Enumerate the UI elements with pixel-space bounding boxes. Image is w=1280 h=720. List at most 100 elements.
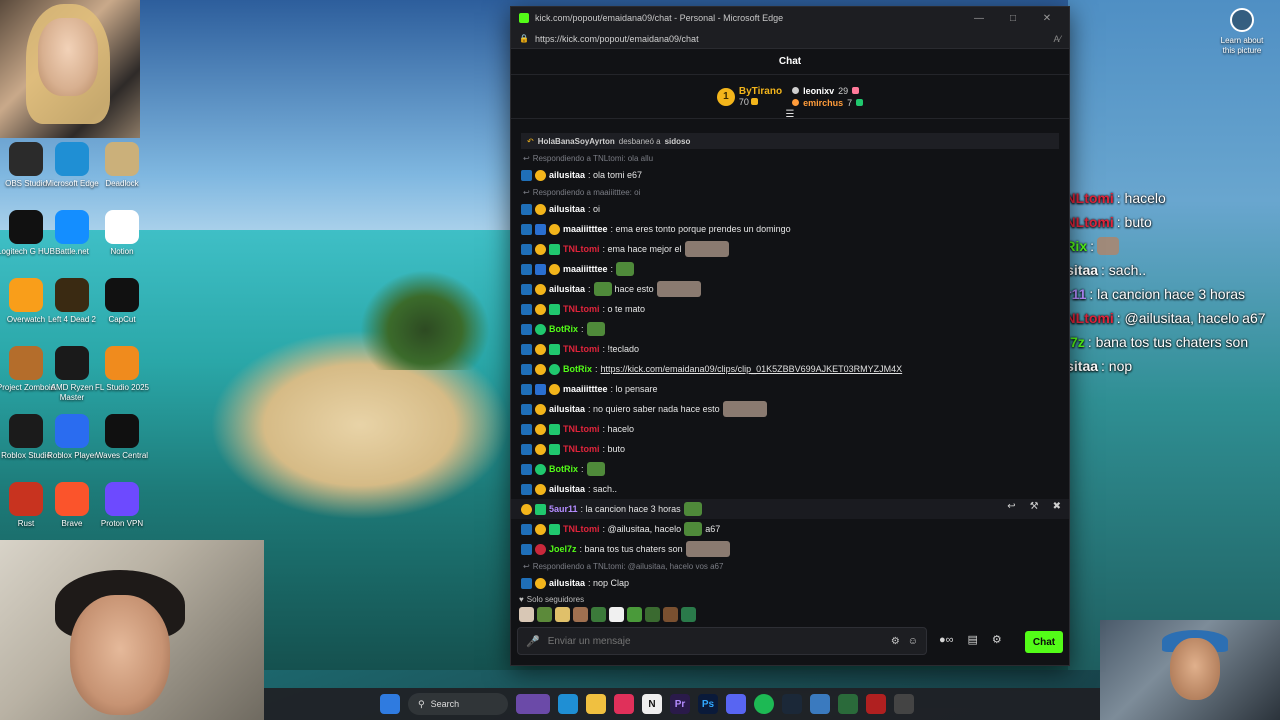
desktop-icon[interactable]: Deadlock — [92, 142, 152, 189]
reply-icon[interactable]: ↩ — [1007, 501, 1015, 512]
address-bar[interactable]: 🔒 https://kick.com/popout/emaidana09/cha… — [511, 29, 1069, 49]
translate-icon[interactable]: ⚙ — [891, 636, 900, 647]
chat-message[interactable]: maaiiitttee: ema eres tonto porque prend… — [521, 219, 1059, 239]
chat-message[interactable]: BotRix: https://kick.com/emaidana09/clips… — [521, 359, 1059, 379]
spotify-icon[interactable] — [754, 694, 774, 714]
expand-leaderboard-icon[interactable]: ☰ — [786, 109, 795, 120]
username[interactable]: ailusitaa — [549, 484, 585, 494]
chat-message[interactable]: TNLtomi: o te mato — [521, 299, 1059, 319]
discord-icon[interactable] — [726, 694, 746, 714]
close-button[interactable]: ✕ — [1033, 13, 1061, 24]
chat-message[interactable]: ailusitaa: nop Clap — [521, 573, 1059, 593]
chat-message[interactable]: maaiiitttee: lo pensare — [521, 379, 1059, 399]
steam-icon[interactable] — [782, 694, 802, 714]
chat-message[interactable]: ailusitaa: oi — [521, 199, 1059, 219]
minimize-button[interactable]: — — [965, 13, 993, 24]
username[interactable]: ailusitaa — [549, 578, 585, 588]
chat-message[interactable]: TNLtomi: buto — [521, 439, 1059, 459]
message-text: : bana tos tus chaters son — [579, 544, 683, 554]
clip-link[interactable]: https://kick.com/emaidana09/clips/clip_0… — [601, 364, 903, 374]
desktop-icon[interactable]: FL Studio 2025 — [92, 346, 152, 393]
photoshop-icon[interactable]: Ps — [698, 694, 718, 714]
chat-message[interactable]: 5aur11: la cancion hace 3 horas ↩ ⚒ ✖ — [511, 499, 1069, 519]
emote-image — [593, 282, 612, 296]
chat-message[interactable]: TNLtomi: hacelo — [521, 419, 1059, 439]
widgets-icon[interactable] — [516, 694, 550, 714]
username[interactable]: maaiiitttee — [563, 224, 608, 234]
delete-icon[interactable]: ✖ — [1053, 501, 1061, 512]
store-icon[interactable]: ▤ — [968, 633, 978, 646]
app-icon[interactable] — [810, 694, 830, 714]
username[interactable]: BotRix — [563, 364, 592, 374]
leaderboard-first[interactable]: 1 ByTirano 70 — [716, 86, 782, 107]
username[interactable]: maaiiitttee — [563, 264, 608, 274]
username[interactable]: BotRix — [549, 324, 578, 334]
reply-context[interactable]: ↩ Respondiendo a maaiiitttee: oi — [521, 185, 1059, 199]
app-icon — [9, 414, 43, 448]
username[interactable]: Joel7z — [549, 544, 577, 554]
mic-icon[interactable]: 🎤 — [526, 635, 540, 648]
username[interactable]: ailusitaa — [549, 204, 585, 214]
chat-message[interactable]: ailusitaa: no quiero saber nada hace est… — [521, 399, 1059, 419]
slack-icon[interactable] — [614, 694, 634, 714]
windows-start-icon[interactable] — [380, 694, 400, 714]
chat-message[interactable]: TNLtomi: @ailusitaa, hacelo a67 — [521, 519, 1059, 539]
premiere-icon[interactable]: Pr — [670, 694, 690, 714]
notion-icon[interactable]: N — [642, 694, 662, 714]
taskbar-search[interactable]: ⚲ Search — [408, 693, 508, 715]
username[interactable]: 5aur11 — [549, 504, 578, 514]
pin-icon[interactable]: ⚒ — [1030, 501, 1039, 512]
settings-icon[interactable]: ⚙ — [992, 633, 1002, 646]
recent-emotes[interactable] — [519, 607, 696, 622]
leaderboard-row[interactable]: emirchus 7 — [792, 98, 864, 108]
app-icon-3[interactable] — [894, 694, 914, 714]
username[interactable]: TNLtomi — [563, 344, 600, 354]
username[interactable]: ailusitaa — [549, 404, 585, 414]
desktop-icon[interactable]: CapCut — [92, 278, 152, 325]
username[interactable]: TNLtomi — [563, 244, 600, 254]
learn-about-picture[interactable]: Learn about this picture — [1214, 8, 1270, 56]
emote-picker-icon[interactable]: ☺ — [908, 636, 918, 647]
message-input[interactable] — [547, 635, 883, 647]
app-icon — [105, 142, 139, 176]
chat-message[interactable]: TNLtomi: !teclado — [521, 339, 1059, 359]
username[interactable]: BotRix — [549, 464, 578, 474]
badge-icon — [521, 443, 532, 455]
badge-icon — [535, 483, 546, 495]
reply-context[interactable]: ↩ Respondiendo a TNLtomi: ola allu — [521, 151, 1059, 165]
username[interactable]: ailusitaa — [549, 284, 585, 294]
username[interactable]: TNLtomi — [563, 444, 600, 454]
url-text[interactable]: https://kick.com/popout/emaidana09/chat — [535, 34, 1048, 44]
chat-messages[interactable]: ↶ HolaBanaSoyAyrton desbaneó a sidoso ↩ R… — [511, 133, 1069, 593]
kicks-icon[interactable]: ●∞ — [939, 634, 954, 646]
username[interactable]: TNLtomi — [563, 424, 600, 434]
username[interactable]: TNLtomi — [563, 524, 600, 534]
chat-message[interactable]: BotRix: — [521, 459, 1059, 479]
chat-message[interactable]: TNLtomi: ema hace mejor el — [521, 239, 1059, 259]
edge-icon[interactable] — [558, 694, 578, 714]
voicemeeter-icon[interactable] — [866, 694, 886, 714]
chat-message[interactable]: maaiiitttee: — [521, 259, 1059, 279]
desktop-icon[interactable]: Waves Central — [92, 414, 152, 461]
username[interactable]: TNLtomi — [563, 304, 600, 314]
app-icon-2[interactable] — [838, 694, 858, 714]
chat-message[interactable]: ailusitaa: ola tomi e67 — [521, 165, 1059, 185]
chat-message[interactable]: Joel7z: bana tos tus chaters son — [521, 539, 1059, 559]
username[interactable]: ailusitaa — [549, 170, 585, 180]
reply-context[interactable]: ↩ Respondiendo a TNLtomi: @ailusitaa, hac… — [521, 559, 1059, 573]
followers-only-notice: ♥ Solo seguidores — [519, 595, 585, 604]
leaderboard-row[interactable]: leonixv 29 — [792, 86, 863, 96]
desktop-icon[interactable]: Notion — [92, 210, 152, 257]
maximize-button[interactable]: □ — [999, 13, 1027, 24]
username[interactable]: maaiiitttee — [563, 384, 608, 394]
read-aloud-icon[interactable]: A⁄ — [1053, 34, 1061, 44]
badge-icon — [549, 303, 560, 315]
chat-message[interactable]: ailusitaa: sach.. — [521, 479, 1059, 499]
app-icon — [105, 210, 139, 244]
chat-message[interactable]: BotRix: — [521, 319, 1059, 339]
send-chat-button[interactable]: Chat — [1025, 631, 1063, 653]
badge-icon — [521, 263, 532, 275]
desktop-icon[interactable]: Proton VPN — [92, 482, 152, 529]
chat-message[interactable]: ailusitaa: hace esto — [521, 279, 1059, 299]
file-explorer-icon[interactable] — [586, 694, 606, 714]
